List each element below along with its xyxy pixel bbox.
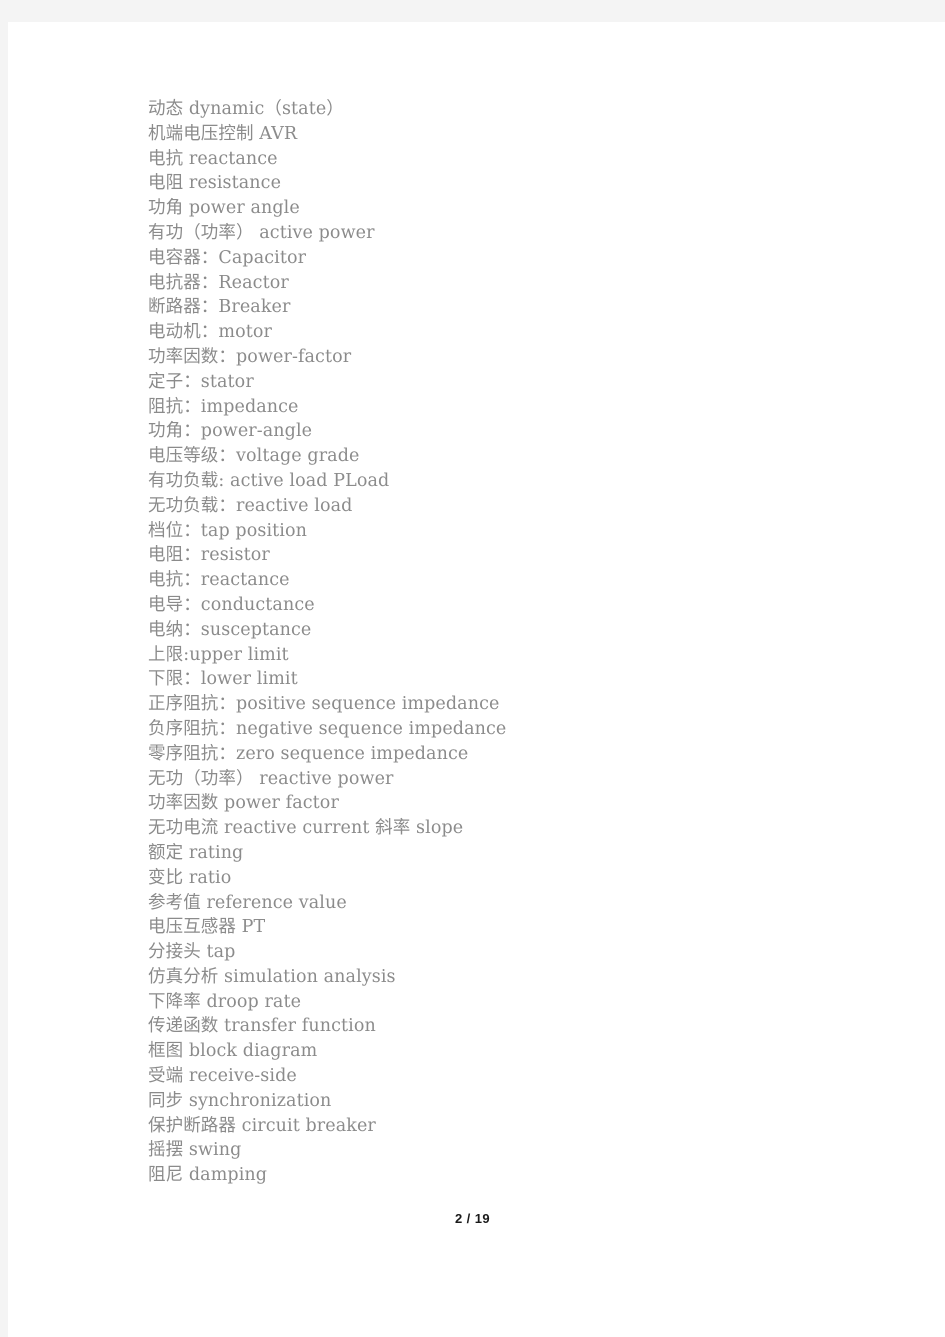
glossary-line: 电导：conductance bbox=[148, 594, 315, 615]
glossary-line: 机端电压控制 AVR bbox=[148, 123, 298, 144]
glossary-line: 电动机：motor bbox=[148, 322, 272, 343]
glossary-line: 参考值 reference value bbox=[148, 892, 347, 913]
glossary-line: 下降率 droop rate bbox=[148, 991, 302, 1012]
glossary-line: 无功电流 reactive current 斜率 slope bbox=[148, 818, 464, 839]
glossary-line: 电抗：reactance bbox=[148, 570, 290, 591]
glossary-line: 电抗器：Reactor bbox=[148, 272, 289, 293]
glossary-line: 同步 synchronization bbox=[148, 1090, 332, 1111]
glossary-line: 电阻：resistor bbox=[148, 545, 270, 566]
glossary-line: 动态 dynamic（state） bbox=[148, 99, 344, 119]
glossary-line: 电阻 resistance bbox=[148, 173, 282, 194]
glossary-line: 零序阻抗：zero sequence impedance bbox=[148, 743, 469, 764]
glossary-text-block: 动态 dynamic（state） 机端电压控制 AVR 电抗 reactance 电… bbox=[148, 97, 848, 1188]
glossary-line: 阻尼 damping bbox=[148, 1165, 268, 1186]
glossary-line: 断路器：Breaker bbox=[148, 297, 291, 318]
glossary-line: 正序阻抗：positive sequence impedance bbox=[148, 694, 500, 715]
page-footer: 2 / 19 bbox=[8, 1210, 945, 1228]
glossary-line: 电容器：Capacitor bbox=[148, 247, 307, 268]
glossary-line: 有功（功率） active power bbox=[148, 222, 375, 243]
glossary-line: 传递函数 transfer function bbox=[148, 1016, 376, 1037]
glossary-line: 定子：stator bbox=[148, 371, 254, 392]
glossary-line: 保护断路器 circuit breaker bbox=[148, 1115, 376, 1136]
glossary-line: 摇摆 swing bbox=[148, 1140, 242, 1161]
glossary-line: 档位：tap position bbox=[148, 520, 307, 541]
glossary-line: 负序阻抗：negative sequence impedance bbox=[148, 718, 507, 739]
glossary-line: 框图 block diagram bbox=[148, 1041, 318, 1062]
glossary-line: 电纳：susceptance bbox=[148, 619, 312, 640]
glossary-line: 无功（功率） reactive power bbox=[148, 768, 394, 789]
glossary-line: 功角：power-angle bbox=[148, 421, 313, 442]
glossary-line: 下限：lower limit bbox=[148, 669, 298, 690]
glossary-line: 上限:upper limit bbox=[148, 644, 289, 665]
document-page: 动态 dynamic（state） 机端电压控制 AVR 电抗 reactance 电… bbox=[8, 22, 945, 1337]
glossary-line: 受端 receive-side bbox=[148, 1066, 297, 1087]
glossary-line: 无功负载：reactive load bbox=[148, 495, 353, 516]
glossary-line: 功率因数 power factor bbox=[148, 793, 339, 814]
glossary-line: 有功负载: active load PLoad bbox=[148, 470, 390, 491]
glossary-line: 阻抗：impedance bbox=[148, 396, 299, 417]
page-number-indicator: 2 / 19 bbox=[455, 1211, 490, 1226]
glossary-line: 仿真分析 simulation analysis bbox=[148, 966, 396, 987]
glossary-line: 变比 ratio bbox=[148, 867, 232, 888]
glossary-line: 电压等级：voltage grade bbox=[148, 446, 360, 467]
glossary-line: 功角 power angle bbox=[148, 198, 300, 219]
glossary-line: 分接头 tap bbox=[148, 942, 236, 963]
glossary-line: 电抗 reactance bbox=[148, 148, 278, 169]
glossary-line: 额定 rating bbox=[148, 842, 244, 863]
glossary-line: 功率因数：power-factor bbox=[148, 346, 352, 367]
glossary-line: 电压互感器 PT bbox=[148, 917, 266, 938]
